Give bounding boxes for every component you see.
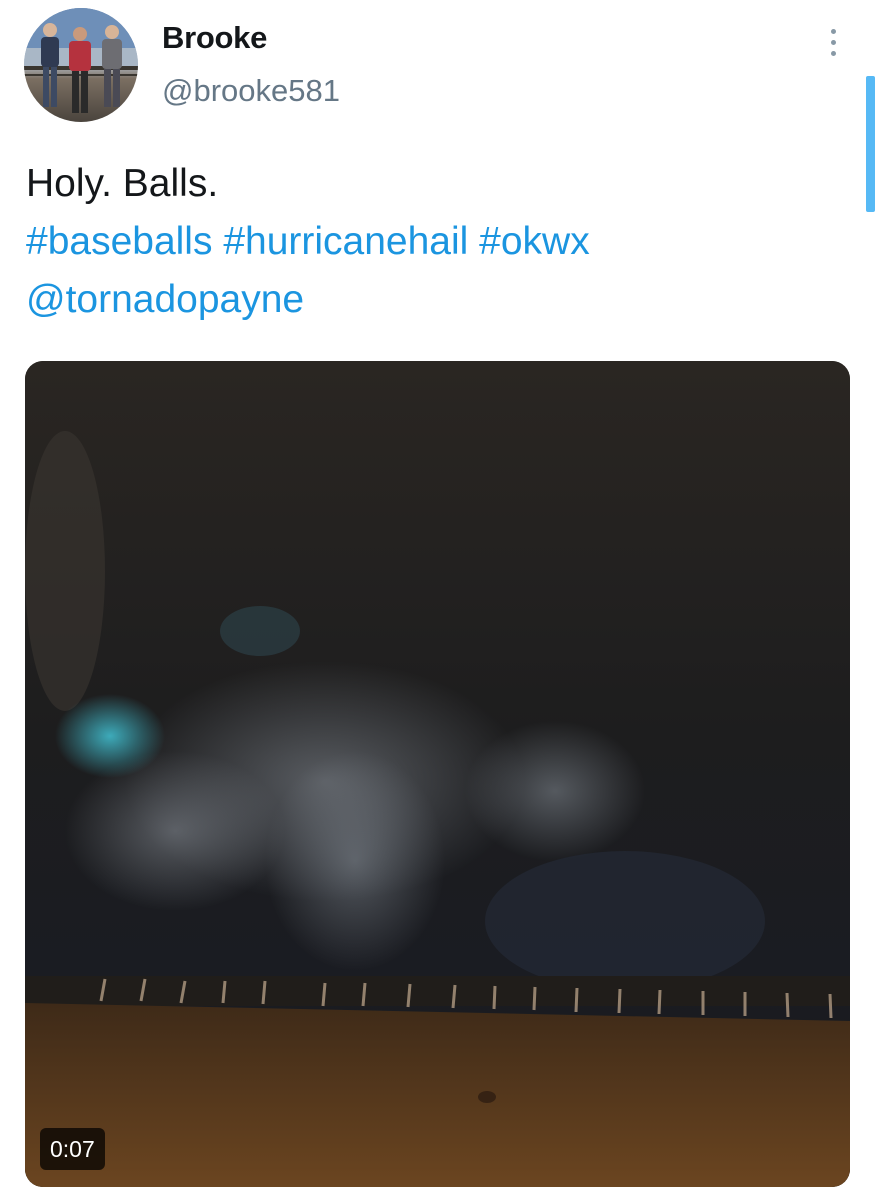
video-frame: [25, 361, 850, 1187]
mention-link[interactable]: @tornadopayne: [26, 278, 304, 321]
hashtag-link[interactable]: #hurricanehail: [223, 220, 468, 263]
video-duration-badge: 0:07: [40, 1128, 105, 1170]
more-options-button[interactable]: [818, 22, 848, 62]
hashtag-link[interactable]: #okwx: [479, 220, 590, 263]
hashtag-link[interactable]: #baseballs: [26, 220, 212, 263]
more-vertical-icon: [830, 28, 836, 34]
avatar-photo: [24, 8, 138, 113]
scroll-indicator[interactable]: [866, 76, 875, 212]
mention-line: @tornadopayne: [26, 271, 846, 329]
hashtag-line: #baseballs #hurricanehail #okwx: [26, 213, 846, 271]
tweet-text: Holy. Balls. #baseballs #hurricanehail #…: [26, 155, 846, 329]
tweet-body: Holy. Balls.: [26, 162, 219, 205]
video-player[interactable]: [25, 361, 850, 1187]
author-display-name[interactable]: Brooke: [162, 20, 267, 56]
author-handle[interactable]: @brooke581: [162, 73, 340, 109]
avatar[interactable]: [24, 8, 138, 122]
